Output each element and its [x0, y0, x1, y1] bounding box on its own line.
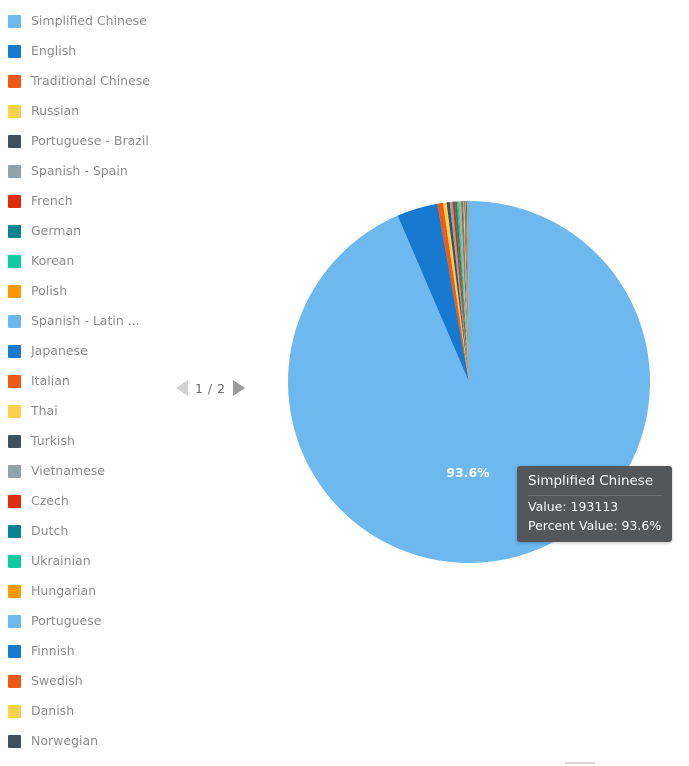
legend-item[interactable]: Dutch [8, 516, 68, 546]
legend-item[interactable]: Swedish [8, 666, 83, 696]
legend-color-swatch [8, 554, 21, 568]
legend-color-swatch [8, 164, 21, 178]
legend-item-label: Spanish - Latin ... [31, 312, 140, 328]
legend-item-label: Norwegian [31, 732, 99, 748]
legend-item-label: Portuguese - Brazil [31, 132, 149, 148]
legend-item[interactable]: Norwegian [8, 726, 98, 756]
legend-item[interactable]: Portuguese - Brazil [8, 126, 149, 156]
legend-item-label: Danish [31, 702, 75, 718]
legend-color-swatch [8, 404, 21, 418]
legend-item[interactable]: Simplified Chinese [8, 6, 147, 36]
legend-color-swatch [8, 524, 21, 538]
legend-item-label: English [31, 42, 77, 58]
legend-item-label: Hungarian [31, 582, 97, 598]
legend-color-swatch [8, 644, 21, 658]
bottom-divider-artifact [565, 762, 595, 764]
legend-item-label: French [31, 192, 73, 208]
legend-color-swatch [8, 674, 21, 688]
legend-color-swatch [8, 284, 21, 298]
legend-item-label: Polish [31, 282, 68, 298]
legend-item[interactable]: Spanish - Latin ... [8, 306, 140, 336]
pie-chart-widget: Simplified Chinese English Traditional Chi… [0, 0, 689, 766]
legend-item-label: Korean [31, 252, 75, 268]
legend-item[interactable]: Czech [8, 486, 69, 516]
legend-color-swatch [8, 194, 21, 208]
legend-color-swatch [8, 584, 21, 598]
legend-item[interactable]: Ukrainian [8, 546, 91, 576]
legend-item-label: Traditional Chinese [31, 72, 150, 88]
legend-color-swatch [8, 134, 21, 148]
legend-item-label: Italian [31, 372, 70, 388]
legend-color-swatch [8, 614, 21, 628]
legend-item[interactable]: Portuguese [8, 606, 101, 636]
legend-color-swatch [8, 494, 21, 508]
legend-item-label: Czech [31, 492, 69, 508]
legend-color-swatch [8, 254, 21, 268]
legend-color-swatch [8, 464, 21, 478]
legend-item[interactable]: Thai [8, 396, 58, 426]
legend-item-label: Simplified Chinese [31, 12, 147, 28]
legend-item-label: Turkish [31, 432, 75, 448]
legend-color-swatch [8, 314, 21, 328]
legend-color-swatch [8, 374, 21, 388]
legend-item-label: Thai [31, 402, 58, 418]
legend-item[interactable]: Korean [8, 246, 74, 276]
legend-item[interactable]: Danish [8, 696, 74, 726]
legend-item-label: Japanese [31, 342, 88, 358]
legend-color-swatch [8, 14, 21, 28]
tooltip-percent-row: Percent Value: 93.6% [528, 518, 662, 533]
tooltip-title: Simplified Chinese [528, 473, 662, 496]
legend-item[interactable]: Polish [8, 276, 67, 306]
legend-item[interactable]: Finnish [8, 636, 75, 666]
legend-item-label: Russian [31, 102, 80, 118]
legend-item[interactable]: Traditional Chinese [8, 66, 150, 96]
legend-item[interactable]: Japanese [8, 336, 88, 366]
legend-item-label: Portuguese [31, 612, 102, 628]
legend-item[interactable]: Russian [8, 96, 79, 126]
legend-color-swatch [8, 434, 21, 448]
legend-item[interactable]: German [8, 216, 81, 246]
legend-color-swatch [8, 74, 21, 88]
legend-item-label: Ukrainian [31, 552, 91, 568]
chart-tooltip: Simplified Chinese Value: 193113 Percent… [517, 466, 672, 542]
legend-item-label: German [31, 222, 82, 238]
slice-percent-label: 93.6% [446, 465, 490, 480]
tooltip-value-row: Value: 193113 [528, 499, 619, 514]
legend-item[interactable]: Italian [8, 366, 70, 396]
legend-item[interactable]: Turkish [8, 426, 75, 456]
legend-item[interactable]: Spanish - Spain [8, 156, 128, 186]
legend-item-label: Dutch [31, 522, 69, 538]
legend-item[interactable]: Hungarian [8, 576, 96, 606]
legend-item[interactable]: French [8, 186, 73, 216]
legend-item-label: Finnish [31, 642, 75, 658]
legend-item-label: Swedish [31, 672, 83, 688]
legend-color-swatch [8, 704, 21, 718]
legend-color-swatch [8, 734, 21, 748]
triangle-right-icon[interactable] [232, 380, 245, 396]
chart-legend: Simplified Chinese English Traditional Chi… [0, 0, 200, 766]
legend-color-swatch [8, 344, 21, 358]
legend-color-swatch [8, 224, 21, 238]
triangle-left-icon[interactable] [176, 380, 188, 396]
legend-color-swatch [8, 44, 21, 58]
legend-item-label: Vietnamese [31, 462, 105, 478]
legend-pagination: 1 / 2 [176, 378, 245, 398]
pagination-label: 1 / 2 [195, 380, 226, 396]
legend-item[interactable]: English [8, 36, 76, 66]
legend-item-label: Spanish - Spain [31, 162, 128, 178]
legend-color-swatch [8, 104, 21, 118]
legend-item[interactable]: Vietnamese [8, 456, 105, 486]
